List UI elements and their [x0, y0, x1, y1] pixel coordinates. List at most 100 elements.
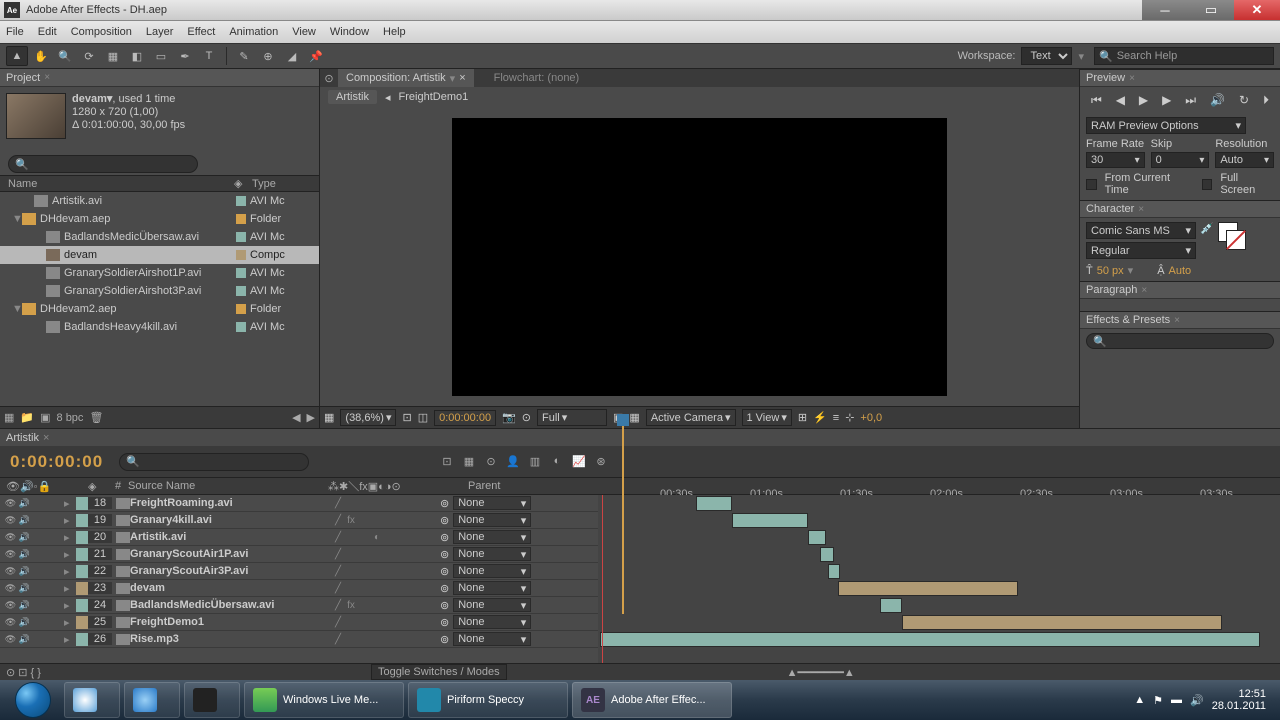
loop-icon[interactable]: ↻	[1239, 93, 1249, 107]
layer-bar[interactable]	[902, 615, 1222, 630]
grid-icon[interactable]: ▦	[324, 411, 334, 424]
tree-row[interactable]: GranarySoldierAirshot3P.aviAVI Mc	[0, 282, 319, 300]
pen-tool[interactable]: ✒	[174, 46, 196, 66]
project-tree[interactable]: Artistik.aviAVI Mc▼DHdevam.aepFolderBadl…	[0, 192, 319, 406]
composition-tab[interactable]: Composition: Artistik▾×	[338, 69, 474, 87]
tree-row[interactable]: GranarySoldierAirshot1P.aviAVI Mc	[0, 264, 319, 282]
draft3d-icon[interactable]: ▦	[460, 455, 478, 468]
clone-tool[interactable]: ⊕	[257, 46, 279, 66]
font-size[interactable]: 50 px	[1097, 265, 1124, 277]
zoom-tool[interactable]: 🔍	[54, 46, 76, 66]
folder-icon[interactable]: 📁	[20, 411, 34, 424]
minimize-button[interactable]: ─	[1142, 0, 1188, 20]
exposure[interactable]: +0,0	[860, 412, 882, 424]
font-style-dropdown[interactable]: Regular ▾	[1086, 242, 1196, 259]
tl-foot-icons[interactable]: ⊙ ⊡ { }	[0, 666, 41, 679]
breadcrumb-item[interactable]: FreightDemo1	[399, 91, 469, 103]
tree-row[interactable]: BadlandsHeavy4kill.aviAVI Mc	[0, 318, 319, 336]
timeline-icon[interactable]: ≡	[833, 412, 839, 424]
last-frame-icon[interactable]: ⏭	[1185, 93, 1196, 108]
layer-row[interactable]: 👁🔊▸22GranaryScoutAir3P.avi╱⊚None▾	[0, 563, 598, 580]
audio-icon[interactable]: 🔊	[1210, 93, 1225, 107]
fast-preview-icon[interactable]: ⚡	[813, 411, 827, 424]
framerate-dropdown[interactable]: 30 ▾	[1086, 152, 1145, 168]
bpc-label[interactable]: 8 bpc	[57, 412, 84, 424]
frame-blend-icon[interactable]: ▥	[526, 455, 544, 468]
views-dropdown[interactable]: 1 View ▾	[742, 409, 792, 426]
project-tab[interactable]: Project×	[0, 69, 319, 87]
menu-window[interactable]: Window	[330, 26, 369, 38]
tray-up-icon[interactable]: ▲	[1134, 694, 1145, 706]
close-icon[interactable]: ×	[459, 72, 465, 84]
eraser-tool[interactable]: ◢	[281, 46, 303, 66]
menu-composition[interactable]: Composition	[71, 26, 132, 38]
menu-animation[interactable]: Animation	[229, 26, 278, 38]
search-help[interactable]: 🔍 Search Help	[1094, 47, 1274, 65]
time-display[interactable]: 0:00:00:00	[434, 410, 496, 426]
pixel-icon[interactable]: ⊞	[798, 411, 807, 424]
layer-row[interactable]: 👁🔊▸21GranaryScoutAir1P.avi╱⊚None▾	[0, 546, 598, 563]
snapshot-icon[interactable]: 📷	[502, 411, 516, 424]
effects-presets-tab[interactable]: Effects & Presets×	[1080, 311, 1280, 329]
layer-bar[interactable]	[838, 581, 1018, 596]
col-name[interactable]: Name	[0, 178, 234, 190]
camera-dropdown[interactable]: Active Camera ▾	[646, 409, 736, 426]
tree-row[interactable]: BadlandsMedicÜbersaw.aviAVI Mc	[0, 228, 319, 246]
composition-viewer[interactable]	[320, 107, 1079, 406]
layer-bar[interactable]	[828, 564, 840, 579]
rotate-tool[interactable]: ⟳	[78, 46, 100, 66]
zoom-dropdown[interactable]: (38,6%) ▾	[340, 409, 396, 426]
taskbar-wlm[interactable]: Windows Live Me...	[244, 682, 404, 718]
tree-row[interactable]: Artistik.aviAVI Mc	[0, 192, 319, 210]
taskbar-ae[interactable]: AEAdobe After Effec...	[572, 682, 732, 718]
source-col[interactable]: Source Name	[128, 480, 328, 492]
volume-icon[interactable]: 🔊	[1190, 694, 1204, 707]
menu-view[interactable]: View	[292, 26, 316, 38]
ram-options-dropdown[interactable]: RAM Preview Options ▾	[1086, 117, 1246, 134]
menu-help[interactable]: Help	[383, 26, 406, 38]
trash-icon[interactable]: 🗑	[89, 411, 103, 424]
layer-row[interactable]: 👁🔊▸19Granary4kill.avi╱fx⊚None▾	[0, 512, 598, 529]
eyedropper-icon[interactable]: 💉	[1200, 222, 1214, 235]
leading[interactable]: Auto	[1169, 265, 1192, 277]
layer-row[interactable]: 👁🔊▸23devam╱⊚None▾	[0, 580, 598, 597]
play-icon[interactable]: ▶	[1139, 93, 1148, 107]
col-type[interactable]: Type	[252, 178, 319, 190]
camera-tool[interactable]: ▦	[102, 46, 124, 66]
scroll-right-icon[interactable]: ▶	[307, 411, 315, 424]
start-button[interactable]	[6, 682, 60, 718]
close-icon[interactable]: ×	[44, 72, 50, 83]
selection-tool[interactable]: ▲	[6, 46, 28, 66]
taskbar-ie[interactable]	[124, 682, 180, 718]
parent-col[interactable]: Parent	[462, 480, 582, 492]
layer-row[interactable]: 👁🔊▸20Artistik.avi╱◐⊚None▾	[0, 529, 598, 546]
menu-effect[interactable]: Effect	[187, 26, 215, 38]
flag-icon[interactable]: ⚑	[1153, 694, 1163, 707]
system-tray[interactable]: ▲ ⚑ ▬ 🔊 12:5128.01.2011	[1134, 688, 1274, 712]
taskbar-speccy[interactable]: Piriform Speccy	[408, 682, 568, 718]
zoom-slider[interactable]: ▲━━━━━━━▲	[787, 666, 855, 679]
layer-bar[interactable]	[732, 513, 808, 528]
layer-bar[interactable]	[696, 496, 732, 511]
num-col[interactable]: #	[108, 480, 128, 492]
skip-dropdown[interactable]: 0 ▾	[1151, 152, 1210, 168]
layer-row[interactable]: 👁🔊▸24BadlandsMedicÜbersaw.avi╱fx⊚None▾	[0, 597, 598, 614]
first-frame-icon[interactable]: ⏮	[1091, 93, 1102, 108]
timeline-timecode[interactable]: 0:00:00:00	[0, 452, 113, 472]
paragraph-tab[interactable]: Paragraph×	[1080, 281, 1280, 299]
toggle-switches-button[interactable]: Toggle Switches / Modes	[371, 664, 507, 680]
mask-icon[interactable]: ◫	[418, 411, 428, 424]
col-label-icon[interactable]: ◈	[234, 177, 252, 190]
hand-tool[interactable]: ✋	[30, 46, 52, 66]
layer-bar[interactable]	[820, 547, 834, 562]
fullscreen-checkbox[interactable]	[1202, 179, 1213, 190]
layer-row[interactable]: 👁🔊▸18FreightRoaming.avi╱⊚None▾	[0, 495, 598, 512]
taskbar-itunes[interactable]	[64, 682, 120, 718]
clock[interactable]: 12:5128.01.2011	[1212, 688, 1266, 712]
menu-file[interactable]: File	[6, 26, 24, 38]
moblur-icon[interactable]: ◐	[548, 455, 566, 468]
preview-res-dropdown[interactable]: Auto ▾	[1215, 152, 1274, 168]
timeline-tab[interactable]: Artistik×	[0, 429, 1280, 446]
menu-layer[interactable]: Layer	[146, 26, 174, 38]
layer-row[interactable]: 👁🔊▸26Rise.mp3╱⊚None▾	[0, 631, 598, 648]
